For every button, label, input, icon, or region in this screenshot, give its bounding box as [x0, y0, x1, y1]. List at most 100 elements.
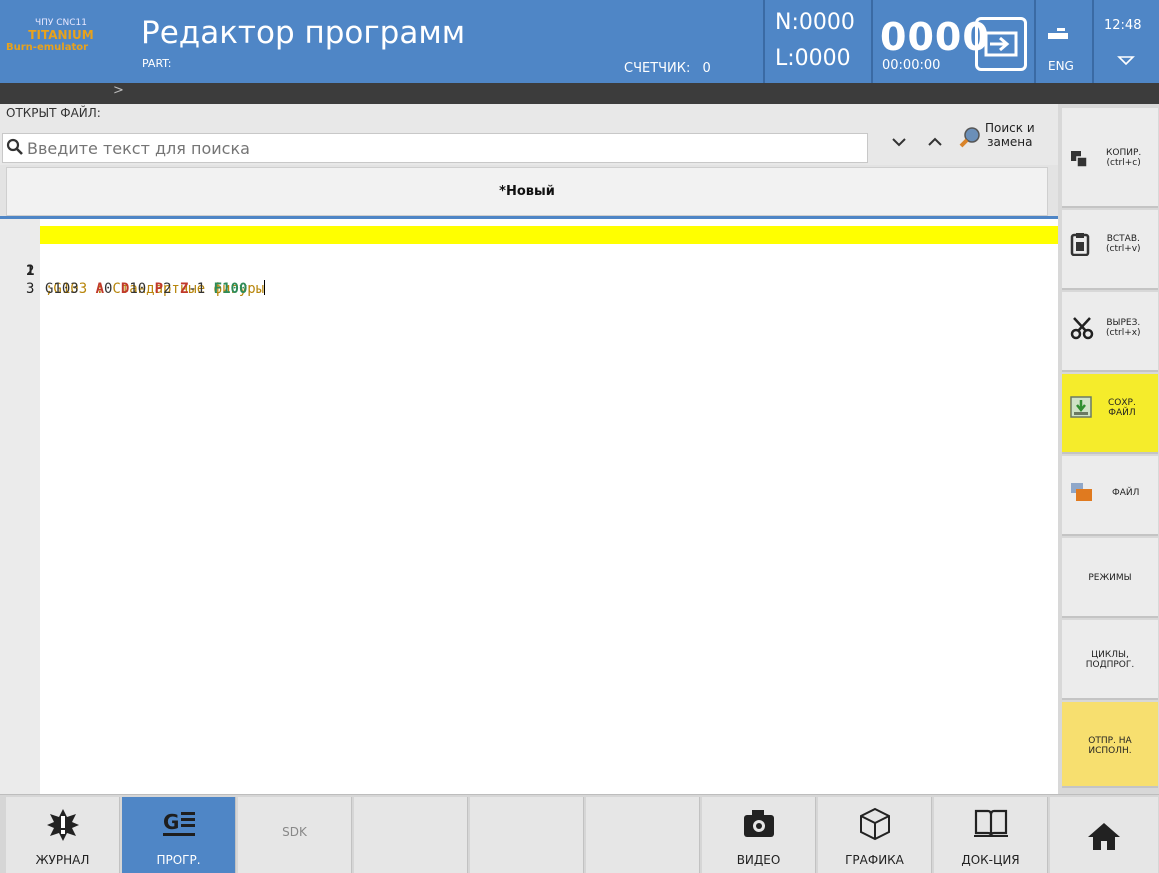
nav-home[interactable] — [1050, 797, 1158, 873]
search-prev-button[interactable] — [918, 121, 952, 163]
cut-button[interactable]: ВЫРЕЗ. (ctrl+x) — [1062, 292, 1158, 372]
modes-label: РЕЖИМЫ — [1088, 573, 1132, 583]
copy-icon — [1071, 151, 1088, 168]
search-input[interactable] — [27, 137, 857, 159]
arrow-into-icon — [984, 31, 1018, 57]
page-title: Редактор программ — [141, 15, 466, 51]
subprog-label: ПОДПРОГ. — [1085, 660, 1135, 670]
sdk-label: SDK — [282, 825, 307, 839]
search-icon — [6, 138, 23, 155]
chevron-down-icon — [892, 138, 906, 147]
logo-line1: ЧПУ CNC11 — [34, 18, 88, 28]
replace-label-line2: замена — [987, 135, 1033, 149]
save-label: СОХР. — [1108, 398, 1136, 408]
path-bar: > — [0, 83, 1159, 104]
header-bar: ЧПУ CNC11 TITANIUM Burn-emulator Редакто… — [0, 0, 1159, 83]
token-a: A — [95, 281, 105, 297]
n-readout: N:0000 — [775, 10, 855, 35]
folder-icon — [1071, 483, 1092, 501]
cycles-subprog-button[interactable]: ЦИКЛЫ, ПОДПРОГ. — [1062, 620, 1158, 700]
scissors-icon — [1070, 317, 1094, 340]
code-text: G103 A0 D10 P2 Z-1 F100 — [45, 280, 247, 298]
bottom-nav: ЖУРНАЛ G ПРОГР. SDK ВИДЕО ГРАФИКА ДОК-ЦИ… — [0, 794, 1159, 873]
code-line[interactable]: 3 — [0, 262, 1058, 297]
token-value: 2 — [163, 281, 172, 297]
chevron-up-icon — [928, 137, 942, 146]
cube-icon — [859, 807, 890, 841]
search-replace-button[interactable]: Поиск и замена — [952, 113, 1054, 163]
paste-button[interactable]: ВСТАВ. (ctrl+v) — [1062, 210, 1158, 290]
token-p: P — [154, 281, 164, 297]
right-sidebar: КОПИР. (ctrl+c) ВСТАВ. (ctrl+v) ВЫРЕЗ. (… — [1058, 104, 1159, 794]
part-label: PART: — [142, 57, 172, 70]
header-divider — [763, 0, 765, 83]
clock: 12:48 — [1104, 18, 1142, 33]
l-readout: L:0000 — [775, 46, 851, 71]
send-label: ОТПР. НА — [1088, 736, 1132, 746]
paste-label: ВСТАВ. — [1106, 234, 1140, 244]
keyboard-icon[interactable] — [1047, 25, 1069, 41]
header-divider — [871, 0, 873, 83]
language-indicator[interactable]: ENG — [1048, 59, 1074, 73]
program-icon: G — [162, 810, 195, 836]
elapsed-time: 00:00:00 — [882, 58, 941, 73]
nav-empty-1 — [354, 797, 468, 873]
file-tab-bar: *Новый — [0, 165, 1058, 220]
camera-icon — [743, 810, 774, 837]
nav-sdk[interactable]: SDK — [238, 797, 352, 873]
alert-gear-icon — [46, 809, 79, 841]
paste-shortcut: (ctrl+v) — [1106, 244, 1141, 254]
search-next-button[interactable] — [882, 121, 916, 163]
counter-value: 0 — [702, 61, 711, 76]
nav-docs[interactable]: ДОК-ЦИЯ — [934, 797, 1048, 873]
chevron-down-icon[interactable] — [1117, 55, 1135, 67]
code-line[interactable]: 2 G103 A0 D10 P2 Z-1 F100 — [0, 244, 1058, 297]
big-counter: 0000 — [880, 15, 990, 59]
current-line-highlight — [40, 226, 1058, 244]
logo-line3: Burn-emulator — [6, 42, 89, 53]
docs-label: ДОК-ЦИЯ — [961, 853, 1020, 867]
code-line[interactable]: 1 ;G103 : Стандартные фигуры — [0, 226, 1058, 297]
header-divider — [1092, 0, 1094, 83]
text-caret — [264, 280, 266, 295]
video-label: ВИДЕО — [736, 853, 781, 867]
path-indicator: > — [113, 83, 124, 98]
journal-label: ЖУРНАЛ — [35, 853, 90, 867]
file-label: ФАЙЛ — [1112, 488, 1140, 498]
exec-label: ИСПОЛН. — [1088, 746, 1132, 756]
file-tab[interactable]: *Новый — [6, 167, 1048, 216]
replace-label-line1: Поиск и — [985, 121, 1035, 135]
book-icon — [973, 809, 1008, 837]
logo-line2: TITANIUM — [28, 28, 94, 42]
nav-empty-2 — [470, 797, 584, 873]
home-icon — [1088, 823, 1120, 850]
save-label-file: ФАЙЛ — [1108, 408, 1136, 418]
send-to-exec-button[interactable]: ОТПР. НА ИСПОЛН. — [1062, 702, 1158, 788]
cut-label: ВЫРЕЗ. — [1106, 318, 1141, 328]
nav-program[interactable]: G ПРОГР. — [122, 797, 236, 873]
file-button[interactable]: ФАЙЛ — [1062, 456, 1158, 536]
copy-label: КОПИР. — [1106, 148, 1142, 158]
nav-journal[interactable]: ЖУРНАЛ — [6, 797, 120, 873]
token-value: 0 — [104, 281, 113, 297]
nav-graphics[interactable]: ГРАФИКА — [818, 797, 932, 873]
open-file-label: ОТКРЫТ ФАЙЛ: — [6, 106, 101, 120]
modes-button[interactable]: РЕЖИМЫ — [1062, 538, 1158, 618]
save-file-button[interactable]: СОХР. ФАЙЛ — [1062, 374, 1158, 454]
token-f: F100 — [213, 281, 248, 297]
code-editor[interactable]: 1 ;G103 : Стандартные фигуры 2 G103 A0 D… — [0, 219, 1058, 794]
counter-label: СЧЕТЧИК: — [624, 61, 691, 76]
search-replace-label: Поиск и замена — [985, 121, 1035, 149]
clipboard-icon — [1070, 233, 1090, 256]
copy-button[interactable]: КОПИР. (ctrl+c) — [1062, 108, 1158, 208]
counter-readout: СЧЕТЧИК: 0 — [624, 61, 711, 76]
cut-shortcut: (ctrl+x) — [1106, 328, 1141, 338]
header-divider — [1034, 0, 1036, 83]
run-mode-button[interactable] — [975, 17, 1027, 71]
line-number: 3 — [26, 281, 35, 297]
search-replace-icon — [959, 127, 980, 148]
app-logo: ЧПУ CNC11 TITANIUM Burn-emulator — [6, 18, 124, 68]
program-label: ПРОГР. — [156, 853, 201, 867]
nav-video[interactable]: ВИДЕО — [702, 797, 816, 873]
search-box — [2, 133, 868, 163]
